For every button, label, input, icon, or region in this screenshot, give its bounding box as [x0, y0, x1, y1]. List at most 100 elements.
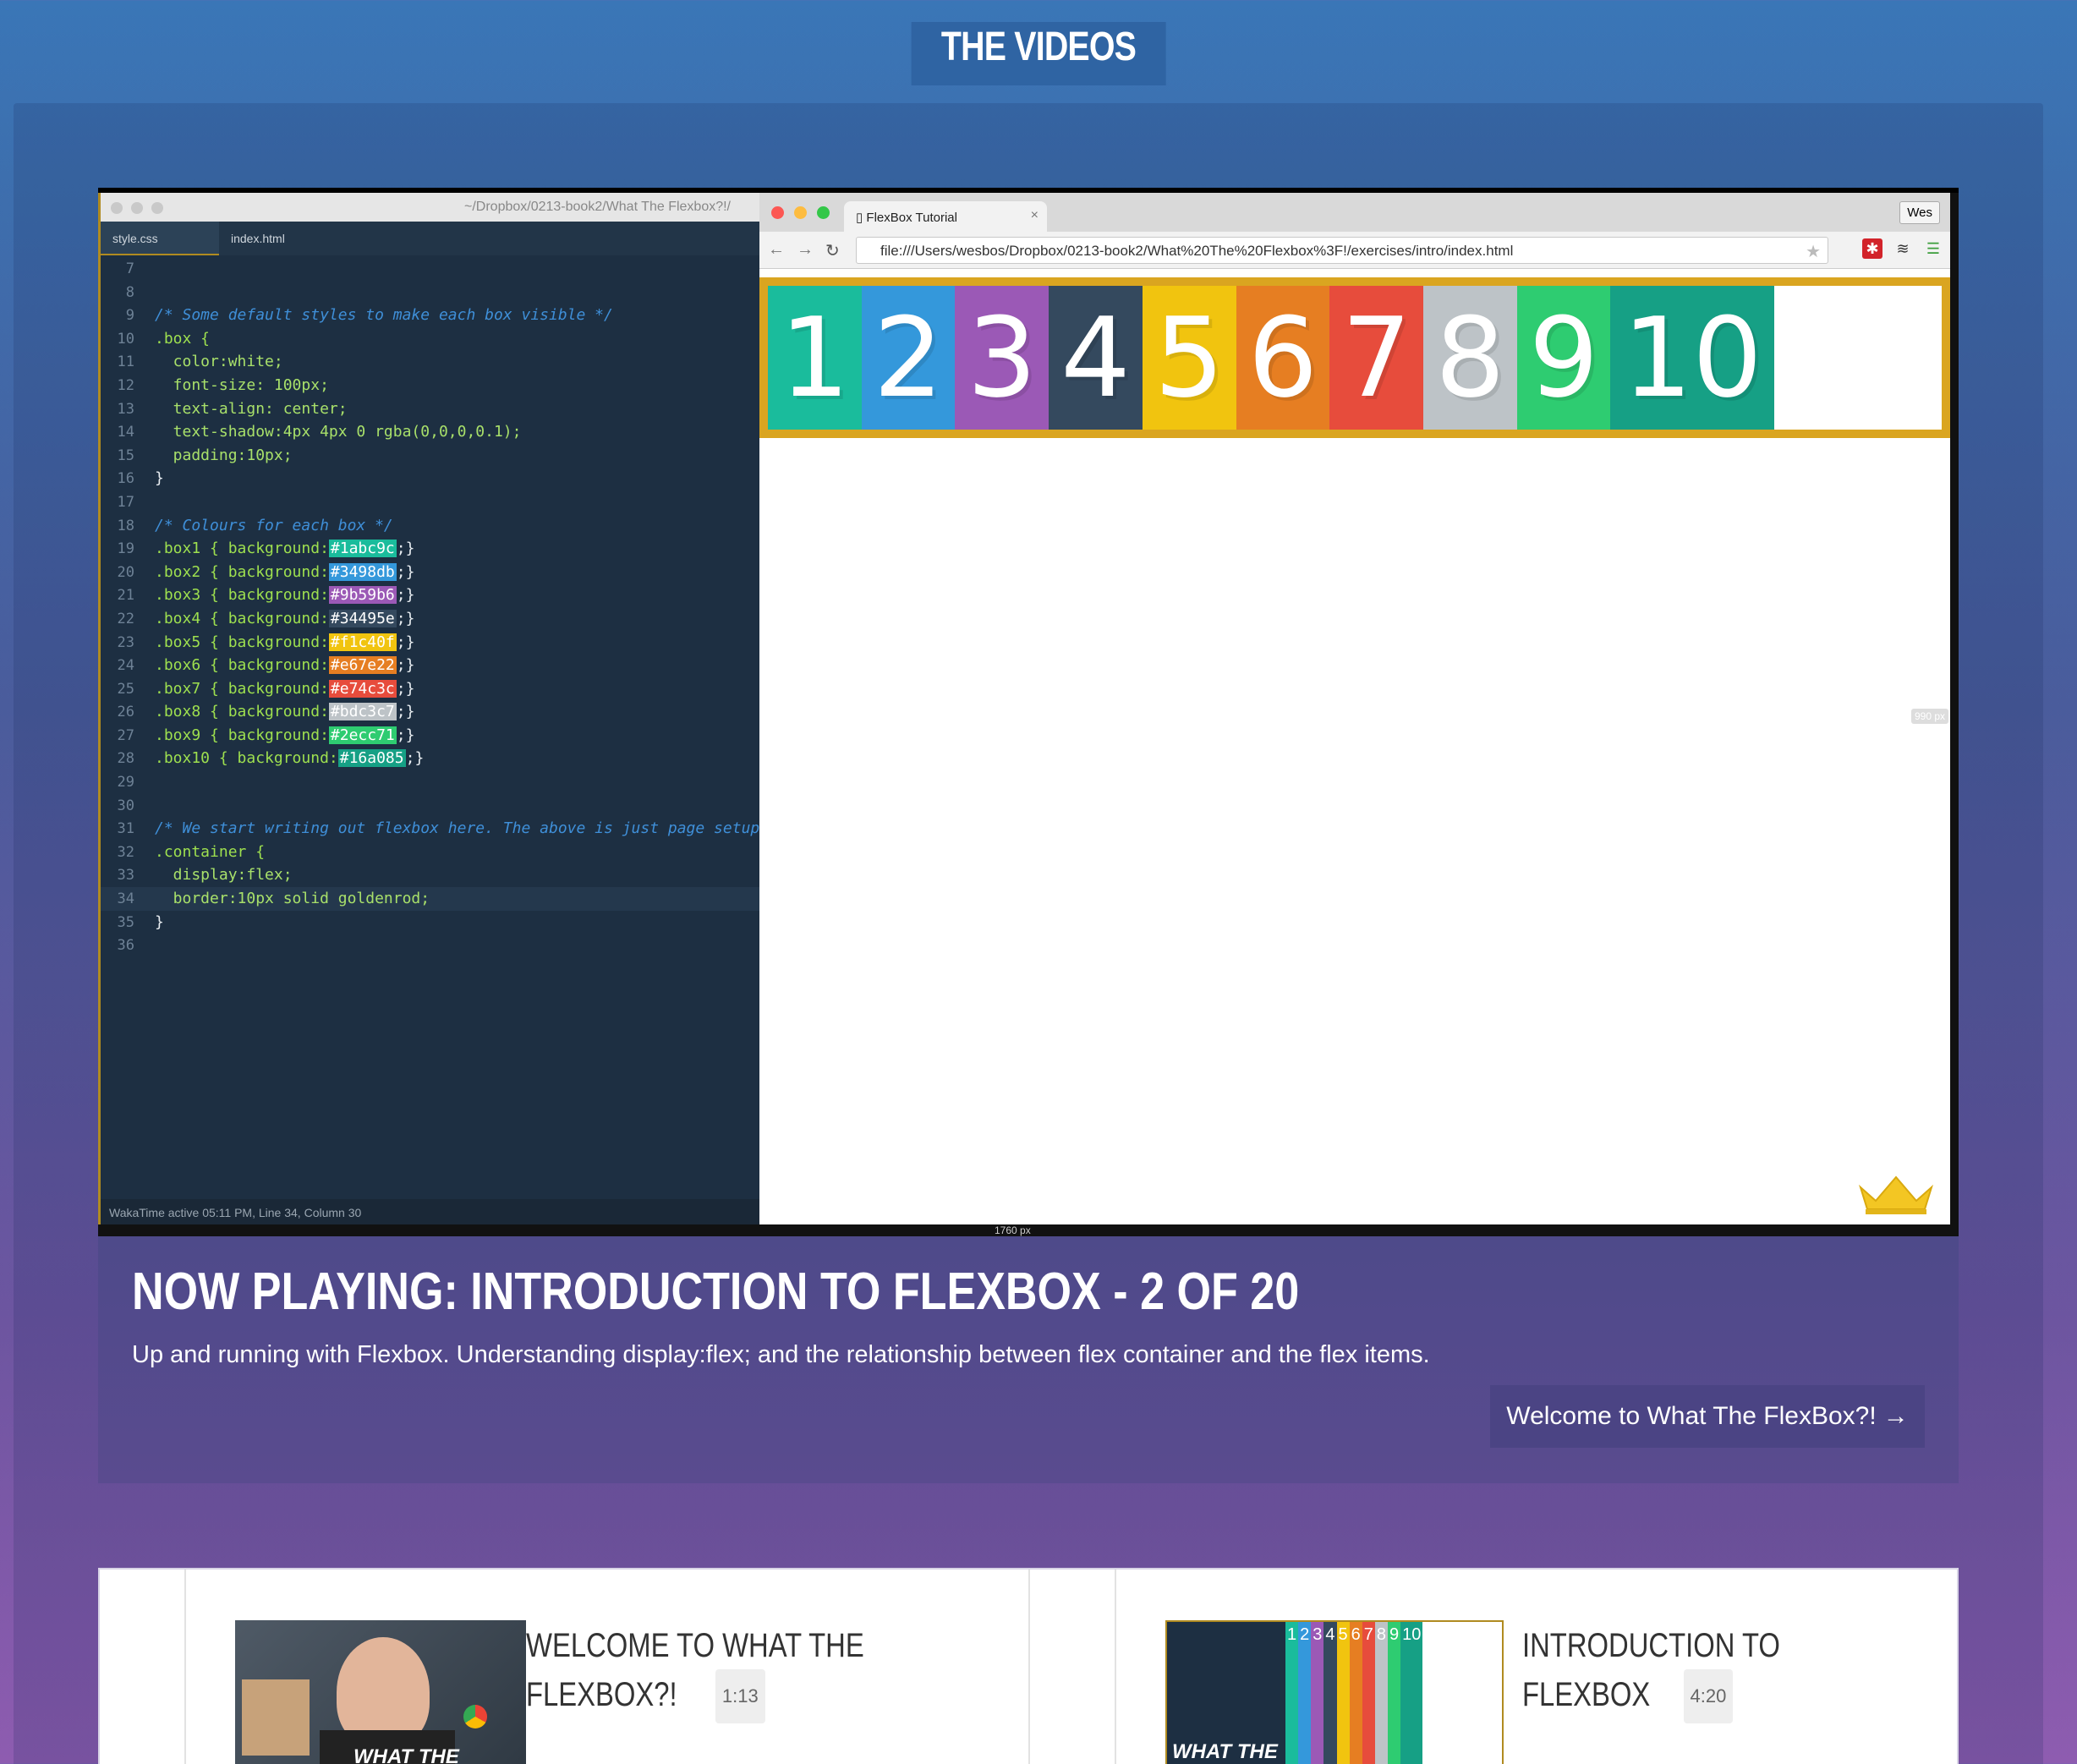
- duration-badge: 4:20: [1683, 1669, 1734, 1723]
- back-icon: ←: [768, 240, 785, 259]
- video-description: Up and running with Flexbox. Understandi…: [132, 1341, 1430, 1368]
- code-line: 7: [125, 260, 134, 277]
- forward-icon: →: [797, 240, 814, 259]
- duration-badge: 1:13: [715, 1669, 765, 1723]
- editor-tabs: style.css index.html: [101, 222, 759, 255]
- editor-titlebar: ~/Dropbox/0213-book2/What The Flexbox?!/: [101, 193, 759, 222]
- code-line: 29: [117, 774, 134, 792]
- code-line: 10 .box {: [117, 329, 211, 348]
- playlist-item-title: INTRODUCTION TO FLEXBOX 4:20: [1522, 1622, 1837, 1723]
- extension-icon: ✱: [1862, 238, 1882, 259]
- chrome-icon: [463, 1705, 487, 1728]
- code-line: 35}: [117, 912, 164, 931]
- thumbnail-box: 7: [1362, 1622, 1375, 1764]
- code-line: 26 .box8 { background: #bdc3c7;}: [117, 703, 415, 721]
- crown-icon: [1858, 1175, 1934, 1214]
- code-line: 27 .box9 { background: #2ecc71;}: [117, 726, 415, 744]
- browser-tab: ▯ FlexBox Tutorial ×: [844, 201, 1047, 232]
- thumbnail-box: 4: [1323, 1622, 1337, 1764]
- thumbnail-text: WHAT THE: [353, 1745, 459, 1764]
- thumbnail-box: 6: [1349, 1622, 1362, 1764]
- flex-box-3: 3: [955, 286, 1049, 430]
- code-line: 30: [117, 797, 134, 814]
- flex-box-6: 6: [1236, 286, 1330, 430]
- playlist-item-title: WELCOME TO WHAT THE FLEXBOX?! 1:13: [526, 1622, 938, 1723]
- flex-box-7: 7: [1329, 286, 1424, 430]
- code-line: 36: [117, 937, 134, 955]
- page-icon: ▯: [856, 211, 867, 225]
- profile-button: Wes: [1899, 201, 1940, 224]
- code-area: 7 8 9/* Some default styles to make each b…: [101, 255, 759, 957]
- flex-box-10: 10: [1610, 286, 1774, 430]
- flex-box-9: 9: [1516, 286, 1611, 430]
- code-line: 21 .box3 { background: #9b59b6;}: [117, 586, 415, 605]
- address-bar: file:///Users/wesbos/Dropbox/0213-book2/…: [856, 237, 1828, 264]
- flex-container: 1 2 3 4 5 6 7 8 9 10: [759, 277, 1950, 438]
- thumbnail-box: 2: [1298, 1622, 1312, 1764]
- reload-icon: ↻: [825, 242, 840, 260]
- code-line: 22 .box4 { background: #34495e;}: [117, 609, 415, 627]
- code-line: 12 font-size: 100px;: [117, 375, 329, 394]
- code-line: 17: [117, 493, 134, 511]
- browser-toolbar: ← → ↻ file:///Users/wesbos/Dropbox/0213-…: [759, 232, 1950, 269]
- code-line: 25 .box7 { background: #e74c3c;}: [117, 679, 415, 698]
- code-line: 11 color:white;: [117, 353, 283, 371]
- next-video-button[interactable]: Welcome to What The FlexBox?! →: [1490, 1385, 1925, 1448]
- code-line: 24 .box6 { background: #e67e22;}: [117, 656, 415, 675]
- code-line: 18/* Colours for each box */: [117, 516, 393, 534]
- browser-window-controls: [771, 206, 830, 219]
- tab-index-html: index.html: [231, 232, 285, 245]
- star-icon: ★: [1806, 243, 1821, 261]
- code-line: 20 .box2 { background: #3498db;}: [117, 562, 415, 581]
- video-thumbnail: WHAT THE: [235, 1620, 526, 1764]
- thumbnail-box: 5: [1336, 1622, 1350, 1764]
- browser-tab-title: FlexBox Tutorial: [866, 211, 957, 225]
- browser-tab-strip: ▯ FlexBox Tutorial × Wes: [759, 193, 1950, 232]
- code-line: 13 text-align: center;: [117, 399, 348, 418]
- video-playlist: WHAT THE WELCOME TO WHAT THE FLEXBOX?! 1:…: [98, 1568, 1959, 1764]
- code-line: 32 .container {: [117, 842, 266, 861]
- code-line: 34 border:10px solid goldenrod;: [101, 887, 759, 911]
- now-playing-panel: NOW PLAYING: INTRODUCTION TO FLEXBOX - 2…: [98, 1236, 1959, 1483]
- flex-box-5: 5: [1142, 286, 1236, 430]
- code-line: 31/* We start writing out flexbox here. …: [117, 819, 760, 838]
- flex-box-4: 4: [1049, 286, 1143, 430]
- code-line: 28 .box10 { background: #16a085;}: [117, 749, 425, 768]
- thumbnail-text: WHAT THE: [1172, 1740, 1278, 1763]
- thumbnail-box: 3: [1311, 1622, 1324, 1764]
- code-line: 23 .box5 { background: #f1c40f;}: [117, 633, 415, 651]
- playlist-item[interactable]: 1 2 3 4 5 6 7 8 9 10 WHAT THE INTRODUCTION TO FLE…: [1115, 1570, 1960, 1764]
- editor-path: ~/Dropbox/0213-book2/What The Flexbox?!/: [464, 200, 731, 214]
- code-line: 9/* Some default styles to make each box…: [125, 306, 613, 325]
- flex-box-1: 1: [768, 286, 862, 430]
- browser-window: ▯ FlexBox Tutorial × Wes ← → ↻ file:///U…: [759, 193, 1950, 1224]
- thumbnail-box: 9: [1388, 1622, 1401, 1764]
- editor-status-bar: WakaTime active 05:11 PM, Line 34, Colum…: [101, 1199, 759, 1224]
- page-title: THE VIDEOS: [911, 22, 1166, 85]
- playlist-item[interactable]: WHAT THE WELCOME TO WHAT THE FLEXBOX?! 1:…: [184, 1570, 1028, 1764]
- menu-icon: ☰: [1926, 240, 1941, 257]
- video-thumbnail: 1 2 3 4 5 6 7 8 9 10 WHAT THE: [1165, 1620, 1504, 1764]
- now-playing-title: NOW PLAYING: INTRODUCTION TO FLEXBOX - 2…: [132, 1263, 1300, 1321]
- flex-box-2: 2: [861, 286, 956, 430]
- arrow-right-icon: →: [1882, 1402, 1909, 1430]
- code-line: 33 display:flex;: [117, 866, 293, 885]
- video-player[interactable]: ~/Dropbox/0213-book2/What The Flexbox?!/…: [98, 188, 1959, 1236]
- tab-style-css: style.css: [101, 222, 219, 255]
- window-controls: [111, 202, 163, 214]
- url-text: file:///Users/wesbos/Dropbox/0213-book2/…: [880, 243, 1514, 259]
- thumbnail-box: 8: [1374, 1622, 1388, 1764]
- thumbnail-box: 1: [1285, 1622, 1299, 1764]
- thumbnail-box: 10: [1400, 1622, 1423, 1764]
- code-line: 15 padding:10px;: [117, 446, 293, 464]
- code-line: 16}: [117, 469, 164, 488]
- width-indicator: 1760 px: [995, 1224, 1031, 1236]
- layers-icon: ≋: [1896, 240, 1910, 257]
- height-indicator: 990 px: [1910, 709, 1948, 724]
- code-editor: ~/Dropbox/0213-book2/What The Flexbox?!/…: [98, 193, 759, 1224]
- code-line: 8: [125, 283, 134, 301]
- flex-box-8: 8: [1423, 286, 1517, 430]
- code-line: 14 text-shadow:4px 4px 0 rgba(0,0,0,0.1)…: [117, 423, 522, 441]
- code-line: 19 .box1 { background: #1abc9c;}: [117, 540, 415, 558]
- close-icon: ×: [1030, 208, 1038, 222]
